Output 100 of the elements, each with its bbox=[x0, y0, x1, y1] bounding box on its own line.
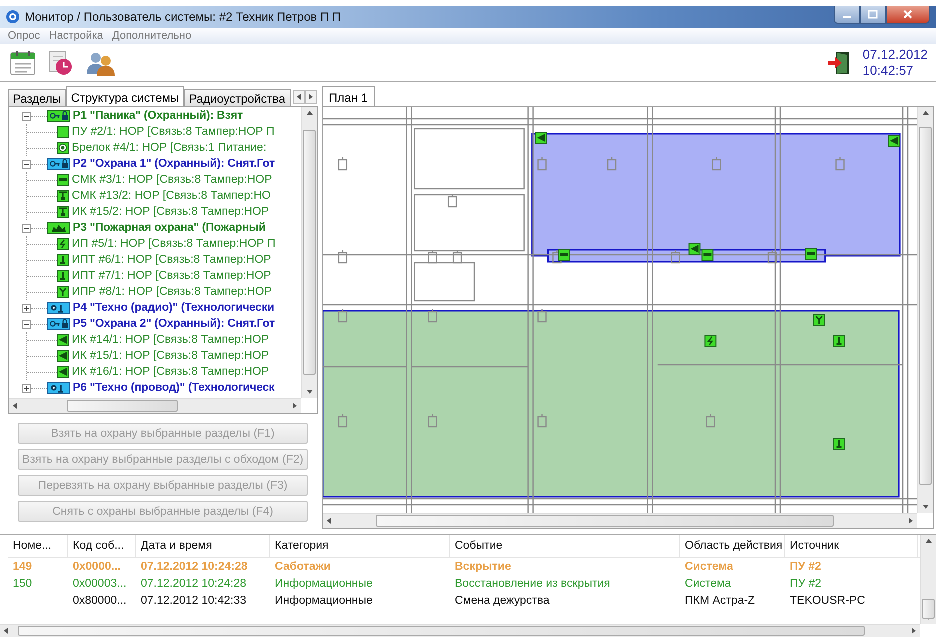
column-header[interactable]: Номе... bbox=[8, 535, 68, 557]
zone-overlay[interactable] bbox=[323, 310, 900, 498]
device-label[interactable]: ИПР #8/1: НОР [Связь:8 Тампер:НОР bbox=[72, 286, 272, 298]
tee-icon bbox=[57, 206, 69, 218]
triangle-marker[interactable] bbox=[688, 243, 701, 255]
post-icon bbox=[57, 270, 69, 282]
table-cell-text: 0x00003... bbox=[72, 578, 128, 590]
zone-overlay[interactable] bbox=[532, 133, 901, 263]
table-cell-text: 07.12.2012 10:24:28 bbox=[140, 578, 248, 590]
horizontal-scrollbar[interactable] bbox=[9, 398, 301, 413]
table-cell-text: 149 bbox=[12, 560, 34, 572]
close-icon bbox=[903, 10, 913, 19]
table-cell-text: Восстановление из вскрытия bbox=[454, 578, 612, 590]
group-label[interactable]: P1 "Паника" (Охранный): Взят bbox=[73, 110, 243, 122]
group-label[interactable]: P4 "Техно (радио)" (Технологически bbox=[73, 302, 274, 314]
group-label[interactable]: P2 "Охрана 1" (Охранный): Снят.Гот bbox=[73, 158, 275, 170]
group-label[interactable]: P3 "Пожарная охрана" (Пожарный bbox=[73, 222, 266, 234]
triangle-icon bbox=[57, 366, 69, 378]
post-marker[interactable] bbox=[833, 335, 846, 347]
square-icon bbox=[57, 126, 69, 138]
column-header[interactable]: Код соб... bbox=[68, 535, 136, 557]
close-button[interactable] bbox=[886, 6, 930, 24]
table-cell-text: 0x0000... bbox=[72, 560, 122, 572]
triangle-marker[interactable] bbox=[888, 135, 900, 147]
vertical-scrollbar[interactable] bbox=[301, 107, 317, 398]
tab[interactable]: Радиоустройства bbox=[184, 89, 291, 106]
vertical-scrollbar[interactable] bbox=[920, 535, 936, 624]
device-label[interactable]: ИПТ #7/1: НОР [Связь:8 Тампер:НОР bbox=[72, 270, 272, 282]
device-label[interactable]: ИП #5/1: НОР [Связь:8 Тампер:НОР П bbox=[72, 238, 276, 250]
column-header[interactable]: Область действия bbox=[680, 535, 785, 557]
maximize-icon bbox=[868, 10, 878, 19]
date-text: 07.12.2012 bbox=[862, 46, 928, 62]
bar-icon bbox=[57, 174, 69, 186]
collapse-toggle[interactable] bbox=[22, 320, 31, 328]
table-cell-text: Саботажи bbox=[274, 560, 332, 572]
bar-marker[interactable] bbox=[805, 248, 818, 260]
device-label[interactable]: ПУ #2/1: НОР [Связь:8 Тампер:НОР П bbox=[72, 126, 275, 138]
device-label[interactable]: ИК #14/1: НОР [Связь:8 Тампер:НОР bbox=[72, 334, 270, 346]
device-label[interactable]: Брелок #4/1: НОР [Связь:1 Питание: bbox=[72, 142, 267, 154]
maximize-button[interactable] bbox=[860, 6, 886, 24]
collapse-toggle[interactable] bbox=[22, 224, 31, 232]
device-label[interactable]: ИК #16/1: НОР [Связь:8 Тампер:НОР bbox=[72, 366, 270, 378]
scroll-right-button[interactable] bbox=[304, 90, 317, 104]
table-cell-text: Информационные bbox=[274, 578, 374, 590]
vertical-scrollbar[interactable] bbox=[917, 107, 933, 513]
expand-toggle[interactable] bbox=[22, 304, 31, 312]
horizontal-scrollbar[interactable] bbox=[323, 513, 917, 528]
triangle-icon bbox=[57, 334, 69, 346]
table-cell-text: 07.12.2012 10:24:28 bbox=[140, 560, 249, 572]
tab[interactable]: Структура системы bbox=[66, 86, 184, 106]
table-cell-text: Система bbox=[684, 578, 732, 590]
column-header[interactable]: Источник bbox=[785, 535, 918, 557]
menu-item[interactable]: Дополнительно bbox=[112, 30, 192, 42]
device-label[interactable]: ИК #15/1: НОР [Связь:8 Тампер:НОР bbox=[72, 350, 270, 362]
device-label[interactable]: ИК #15/2: НОР [Связь:8 Тампер:НОР bbox=[72, 206, 270, 218]
table-cell-text: 07.12.2012 10:42:33 bbox=[140, 594, 248, 606]
table-cell-text: TEKOUSR-PC bbox=[789, 594, 866, 606]
column-header[interactable]: Дата и время bbox=[136, 535, 270, 557]
tab[interactable]: План 1 bbox=[322, 86, 375, 106]
post-marker[interactable] bbox=[833, 438, 846, 450]
table-cell-text: ПУ #2 bbox=[789, 560, 822, 572]
device-label[interactable]: СМК #13/2: НОР [Связь:8 Тампер:НО bbox=[72, 190, 271, 202]
bar-marker[interactable] bbox=[702, 249, 714, 261]
column-header[interactable]: Категория bbox=[270, 535, 450, 557]
minimize-button[interactable] bbox=[834, 6, 860, 24]
device-label[interactable]: ИПТ #6/1: НОР [Связь:8 Тампер:НОР bbox=[72, 254, 272, 266]
table-cell-text: ПУ #2 bbox=[789, 578, 823, 590]
collapse-toggle[interactable] bbox=[22, 160, 31, 168]
horizontal-scrollbar[interactable] bbox=[0, 624, 920, 637]
table-cell-text: ПКМ Астра-Z bbox=[684, 594, 756, 606]
table-cell-text: 0x80000... bbox=[72, 594, 128, 606]
fork-icon bbox=[57, 286, 69, 298]
scroll-left-button[interactable] bbox=[292, 90, 305, 104]
expand-toggle[interactable] bbox=[22, 384, 31, 392]
clock-icon[interactable] bbox=[48, 50, 74, 76]
calendar-icon[interactable] bbox=[10, 50, 36, 76]
bolt-icon bbox=[57, 238, 69, 250]
table-cell-text: Вскрытие bbox=[454, 560, 512, 572]
table-cell-text: 150 bbox=[12, 578, 34, 590]
target-icon bbox=[57, 142, 69, 154]
menu-item[interactable]: Опрос bbox=[8, 30, 40, 42]
device-label[interactable]: СМК #3/1: НОР [Связь:8 Тампер:НОР bbox=[72, 174, 272, 186]
bolt-marker[interactable] bbox=[704, 335, 717, 347]
triangle-icon bbox=[57, 350, 69, 362]
exit-icon[interactable] bbox=[826, 50, 851, 76]
app-icon bbox=[6, 10, 20, 24]
group-label[interactable]: P5 "Охрана 2" (Охранный): Снят.Гот bbox=[73, 318, 275, 330]
bar-marker[interactable] bbox=[558, 249, 570, 261]
collapse-toggle[interactable] bbox=[22, 112, 31, 120]
group-label[interactable]: P6 "Техно (провод)" (Технологическ bbox=[73, 382, 275, 394]
window-title: Монитор / Пользователь системы: #2 Техник Петров П П bbox=[25, 10, 342, 24]
tab[interactable]: Разделы bbox=[8, 89, 66, 106]
triangle-marker[interactable] bbox=[535, 132, 548, 144]
column-header[interactable]: Событие bbox=[450, 535, 680, 557]
table-cell-text: Информационные bbox=[274, 594, 374, 606]
fork-marker[interactable] bbox=[813, 314, 826, 326]
menu-item[interactable]: Настройка bbox=[49, 30, 104, 42]
tee-icon bbox=[57, 190, 69, 202]
time-text: 10:42:57 bbox=[862, 62, 915, 78]
table-cell-text: Смена дежурства bbox=[454, 594, 551, 606]
